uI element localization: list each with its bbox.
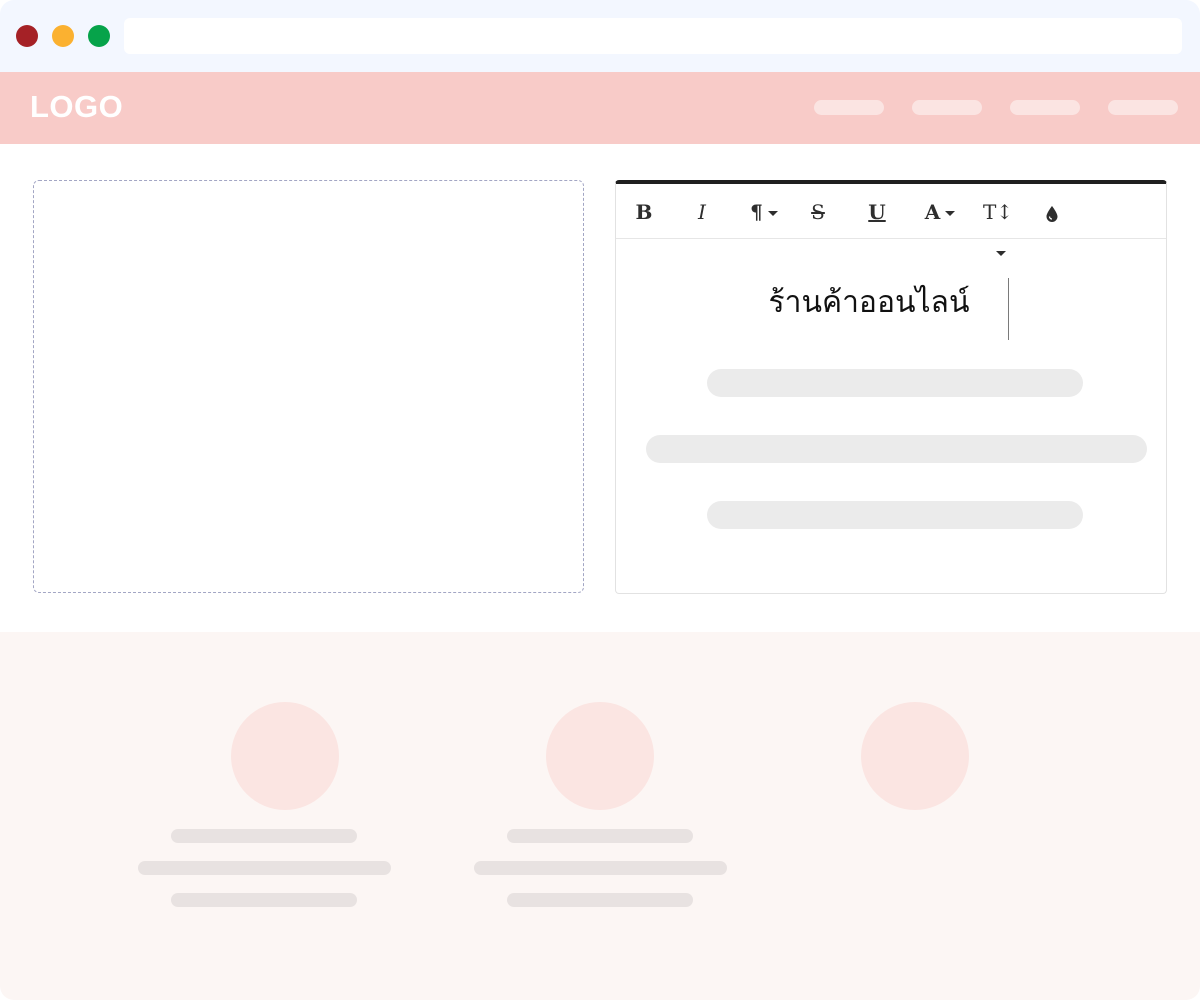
feature-image-placeholder xyxy=(546,702,654,810)
nav-item-placeholder[interactable] xyxy=(1010,100,1080,115)
heading-text: ร้านค้าออนไลน์ xyxy=(768,285,970,320)
bold-button[interactable]: B xyxy=(632,192,656,232)
feature-text-placeholder xyxy=(507,829,693,843)
ink-drop-icon xyxy=(1046,205,1058,222)
strikethrough-button[interactable]: S xyxy=(806,192,830,232)
feature-text-placeholder xyxy=(138,861,391,875)
font-color-button[interactable]: A xyxy=(918,192,962,232)
bold-icon: B xyxy=(635,200,653,224)
paragraph-icon: ¶ xyxy=(750,200,763,224)
feature-text-placeholder xyxy=(507,893,693,907)
address-bar[interactable] xyxy=(124,18,1182,54)
text-cursor xyxy=(1008,278,1009,340)
feature-text-placeholder xyxy=(171,893,357,907)
nav-item-placeholder[interactable] xyxy=(1108,100,1178,115)
text-line-placeholder xyxy=(646,435,1147,463)
site-logo[interactable]: LOGO xyxy=(30,89,123,125)
editor-content-area[interactable]: ร้านค้าออนไลน์ xyxy=(616,239,1166,591)
feature-text-placeholder xyxy=(171,829,357,843)
underline-button[interactable]: U xyxy=(865,192,889,232)
close-window-button[interactable] xyxy=(16,25,38,47)
nav-item-placeholder[interactable] xyxy=(912,100,982,115)
chevron-down-icon xyxy=(945,211,956,216)
image-placeholder[interactable] xyxy=(33,180,584,593)
italic-button[interactable]: I xyxy=(690,192,714,232)
editor-heading[interactable]: ร้านค้าออนไลน์ xyxy=(616,275,1166,335)
paragraph-button[interactable]: ¶ xyxy=(744,192,784,232)
browser-window: LOGO B I ¶ S U A T↕ ร้านค้าออนไลน์ xyxy=(0,0,1200,1000)
italic-icon: I xyxy=(698,200,706,224)
text-line-placeholder xyxy=(707,369,1083,397)
chevron-down-icon xyxy=(767,211,778,216)
features-section xyxy=(0,632,1200,1000)
font-size-icon: T↕ xyxy=(982,200,1014,224)
feature-text-placeholder xyxy=(474,861,727,875)
minimize-window-button[interactable] xyxy=(52,25,74,47)
text-line-placeholder xyxy=(707,501,1083,529)
feature-image-placeholder xyxy=(231,702,339,810)
browser-titlebar xyxy=(0,0,1200,72)
font-size-button[interactable]: T↕ xyxy=(976,192,1020,256)
highlight-color-button[interactable] xyxy=(1040,192,1064,232)
rich-text-editor: B I ¶ S U A T↕ ร้านค้าออนไลน์ xyxy=(615,180,1167,594)
underline-icon: U xyxy=(868,200,886,224)
strikethrough-icon: S xyxy=(811,200,825,224)
feature-image-placeholder xyxy=(861,702,969,810)
editor-toolbar: B I ¶ S U A T↕ xyxy=(616,184,1166,256)
font-color-icon: A xyxy=(924,200,941,224)
maximize-window-button[interactable] xyxy=(88,25,110,47)
nav-item-placeholder[interactable] xyxy=(814,100,884,115)
